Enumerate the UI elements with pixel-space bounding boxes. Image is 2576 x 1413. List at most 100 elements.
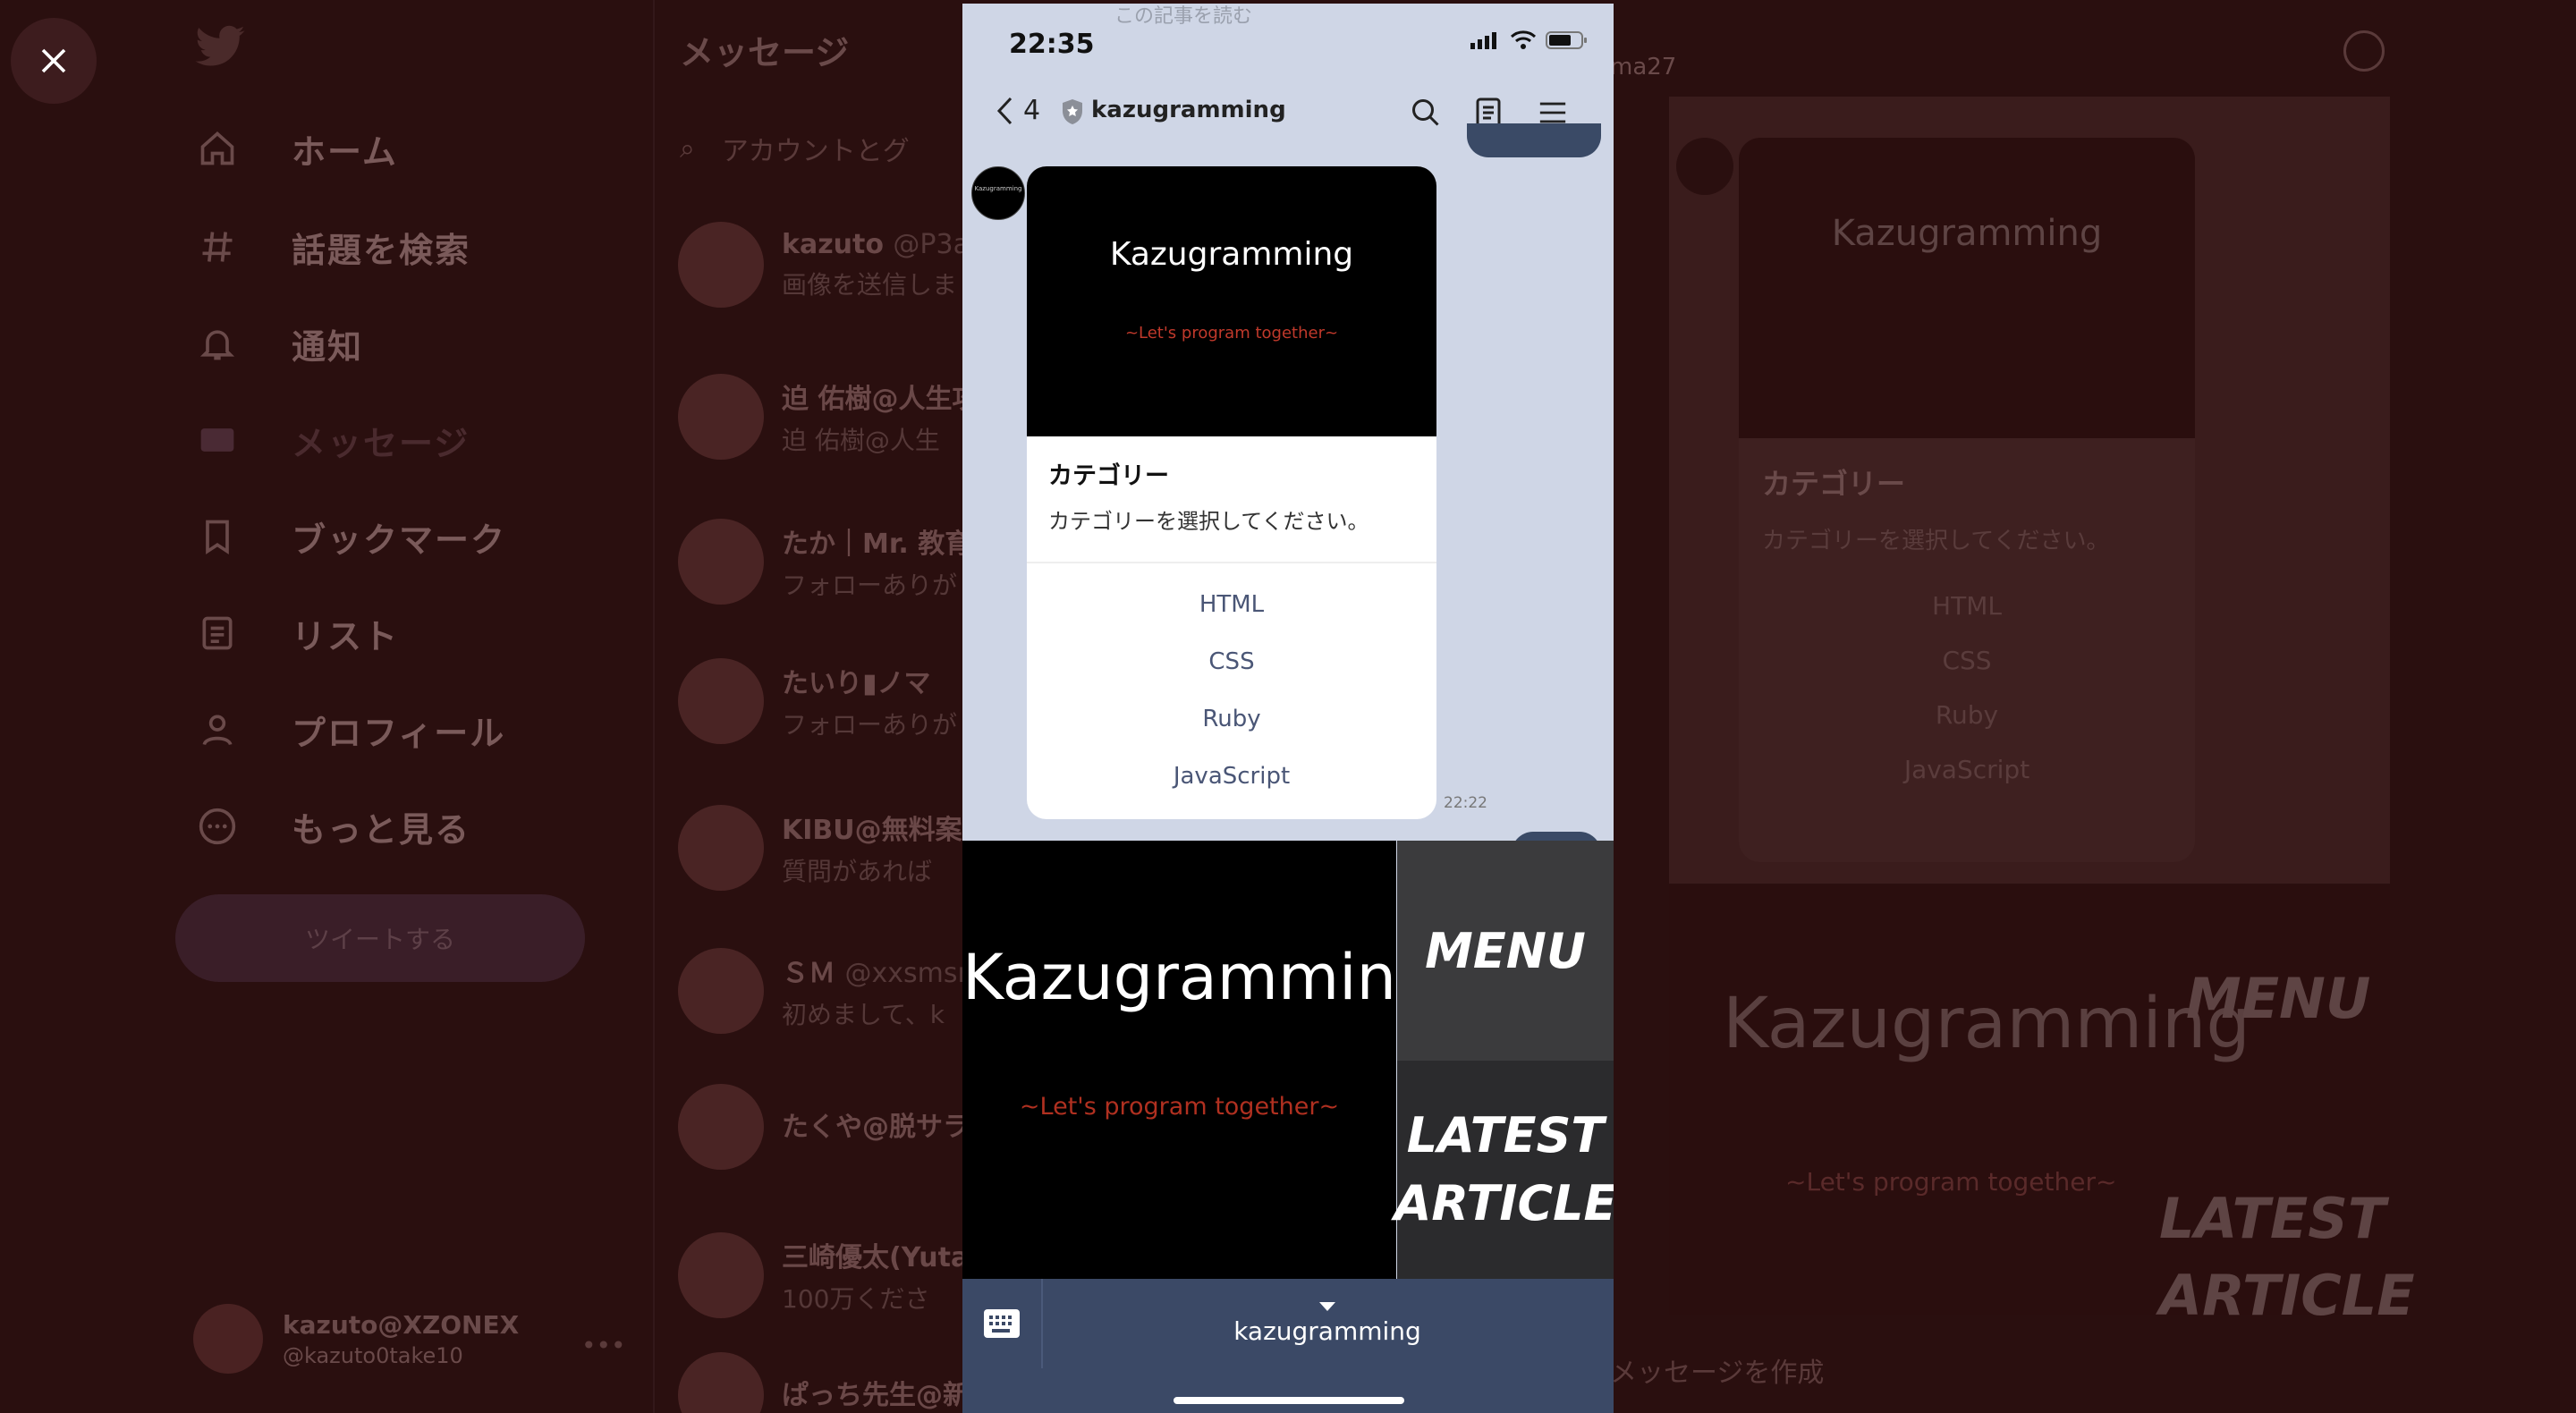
rich-menu-latest-label-line2: ARTICLE <box>1394 1175 1614 1231</box>
rich-menu-menu-label: MENU <box>1425 922 1586 979</box>
nav-lists: リスト <box>195 606 399 660</box>
back-button[interactable]: 4 <box>996 95 1040 126</box>
category-option-html[interactable]: HTML <box>1027 576 1436 633</box>
dm-search-input: ⌕ アカウントとグ <box>680 125 948 172</box>
conversation-preview: 画像を送信しま <box>782 269 958 300</box>
conversation-name: たくや@脱サラ <box>782 1112 964 1143</box>
nav-more: もっと見る <box>195 800 470 853</box>
conversation-item: kazuto @P3a 画像を送信しま <box>678 220 964 309</box>
card-option: JavaScript <box>1903 755 2030 784</box>
close-button[interactable] <box>11 18 97 104</box>
conversation-card-preview: Kazugramming カテゴリー カテゴリーを選択してください。 HTML … <box>1739 138 2195 862</box>
nav-profile: プロフィール <box>195 703 505 757</box>
twitter-bird-icon <box>193 25 247 70</box>
avatar <box>678 805 764 891</box>
nav-label: 通知 <box>292 326 364 367</box>
message-input-placeholder: メッセージを作成 <box>1610 1358 1825 1389</box>
nav-notifications: 通知 <box>195 317 363 370</box>
card-option: HTML <box>1932 591 2002 621</box>
nav-bookmarks: ブックマーク <box>195 510 506 563</box>
ellipsis-icon: ••• <box>581 1331 626 1360</box>
tweet-button: ツイートする <box>175 894 585 982</box>
nav-label: ブックマーク <box>292 520 507 560</box>
search-button[interactable] <box>1406 93 1445 132</box>
conversation-item: たくや@脱サラ <box>678 1082 964 1172</box>
verified-shield-icon <box>1063 99 1082 124</box>
conversation-name: KIBU@無料案 <box>782 815 962 846</box>
close-icon <box>41 48 66 73</box>
conversation-preview: 100万くださ <box>782 1284 930 1314</box>
card-hero-image: Kazugramming ~Let's program together~ <box>1027 166 1436 436</box>
conversation-item: 迫 佑樹@人生攻迫 佑樹@人生 <box>678 372 964 461</box>
avatar <box>678 1084 764 1170</box>
caret-down-icon <box>1319 1301 1335 1311</box>
list-icon <box>195 611 240 656</box>
category-option-css[interactable]: CSS <box>1027 633 1436 690</box>
banner-title: Kazugramming <box>1723 984 2250 1064</box>
conversation-handle-header: ma27 <box>1610 54 1677 80</box>
nav-label: 話題を検索 <box>292 230 471 270</box>
card-title: Kazugramming <box>1831 213 2103 254</box>
conversation-item: ぱっち先生@新 <box>678 1350 964 1413</box>
unread-count: 4 <box>1023 95 1041 126</box>
avatar <box>678 374 764 460</box>
rich-menu-latest-article-tile[interactable]: LATEST ARTICLE <box>1394 1061 1614 1279</box>
phone-screenshot: この記事を読む 22:35 4 kazugramming Kazugrammin… <box>962 4 1614 1413</box>
conversation-preview: 質問があれば <box>782 857 933 886</box>
status-icons <box>1470 30 1589 50</box>
rich-menu-preview: Kazugramming ~Let's program together~ ME… <box>1669 885 2415 1328</box>
more-icon <box>195 804 240 849</box>
conversation-preview: 迫 佑樹@人生 <box>782 426 940 455</box>
hamburger-icon <box>1539 102 1566 123</box>
card-divider <box>1027 562 1436 563</box>
conversation-name: ＳＭ <box>782 958 835 989</box>
rich-menu-tagline: ~Let's program together~ <box>1019 1093 1340 1121</box>
rich-menu-menu-tile[interactable]: MENU <box>1397 841 1614 1061</box>
rich-menu-home-tile[interactable]: Kazugramming ~Let's program together~ <box>962 841 1436 1279</box>
nav-explore: 話題を検索 <box>195 220 470 274</box>
mail-icon <box>195 418 240 462</box>
profile-icon <box>195 707 240 752</box>
column-divider <box>653 0 655 1413</box>
rich-menu-name: kazugramming <box>1233 1316 1421 1346</box>
bot-avatar[interactable]: Kazugramming <box>971 166 1025 220</box>
conversation-item: たいり▮ノマ フォローありが <box>678 656 964 746</box>
nav-label: リスト <box>292 616 400 656</box>
keyboard-toggle-button[interactable] <box>962 1279 1043 1368</box>
wifi-icon <box>1510 30 1537 49</box>
card-subtitle: カテゴリーを選択してください。 <box>1762 528 2110 554</box>
conversation-name: 迫 佑樹@人生攻 <box>782 384 964 415</box>
search-icon <box>1412 99 1439 126</box>
card-hero-title: Kazugramming <box>1109 236 1354 273</box>
conversation-item: KIBU@無料案 質問があれば <box>678 803 964 893</box>
keyboard-icon <box>984 1309 1020 1338</box>
chat-bottom-bar: kazugramming <box>962 1279 1614 1413</box>
info-icon <box>2343 30 2385 72</box>
category-option-ruby[interactable]: Ruby <box>1027 690 1436 748</box>
avatar <box>678 948 764 1034</box>
signal-icon <box>1470 32 1496 49</box>
banner-latest: LATEST ARTICLE <box>2159 1186 2415 1328</box>
bookmark-icon <box>195 514 240 559</box>
battery-icon <box>1546 31 1587 49</box>
rich-menu-toggle[interactable]: kazugramming <box>1041 1279 1614 1368</box>
home-icon <box>195 126 240 171</box>
card-option: CSS <box>1942 646 1992 675</box>
conversation-name: たいり▮ノマ <box>782 668 931 699</box>
rich-menu-latest-label-line1: LATEST <box>1406 1107 1605 1163</box>
card-heading: カテゴリー <box>1762 467 1906 501</box>
messages-title: メッセージ <box>680 33 850 72</box>
category-option-javascript[interactable]: JavaScript <box>1027 748 1436 805</box>
conversation-preview: フォローありが <box>782 710 958 740</box>
nav-label: もっと見る <box>292 809 471 850</box>
conversation-preview: 初めまして、k <box>782 1000 945 1029</box>
account-name: kazuto@XZONEX <box>283 1309 520 1340</box>
bell-icon <box>195 321 240 366</box>
conversation-item: 三崎優太(Yuta 100万くださ <box>678 1231 964 1320</box>
banner-menu: MENU <box>2186 966 2371 1031</box>
rich-menu: Kazugramming ~Let's program together~ ME… <box>962 841 1614 1279</box>
avatar <box>678 1352 764 1413</box>
card-subtitle: カテゴリーを選択してください。 <box>1048 509 1369 534</box>
conversation-handle: @P3a <box>893 228 964 260</box>
nav-messages: メッセージ <box>195 413 470 467</box>
